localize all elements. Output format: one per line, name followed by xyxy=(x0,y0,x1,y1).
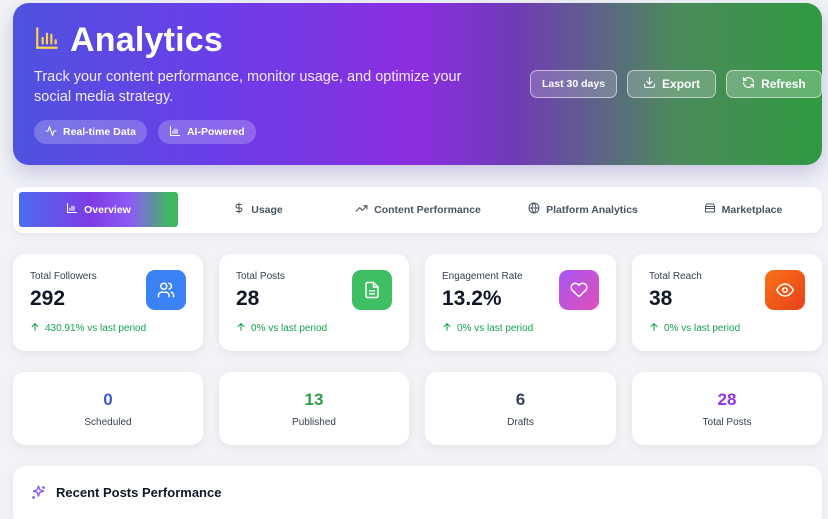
stat-label: Total Reach xyxy=(649,271,702,282)
stat-value: 292 xyxy=(30,287,66,310)
stat-change-text: 0% vs last period xyxy=(457,323,534,334)
bar-chart-icon xyxy=(66,202,78,217)
tab-content-performance[interactable]: Content Performance xyxy=(343,192,493,227)
period-selector[interactable]: Last 30 days xyxy=(530,70,618,98)
dollar-icon xyxy=(233,202,245,217)
stat-change-text: 0% vs last period xyxy=(251,323,328,334)
badge-label: AI-Powered xyxy=(186,126,245,138)
tab-label: Content Performance xyxy=(374,203,481,216)
export-label: Export xyxy=(662,77,701,91)
page-title-group: Analytics xyxy=(34,21,223,60)
download-icon xyxy=(643,76,656,92)
analytics-tabs: Overview Usage Content Performance Platf… xyxy=(13,187,822,233)
section-title: Recent Posts Performance xyxy=(56,485,222,500)
feature-badges: Real-time Data AI-Powered xyxy=(34,120,256,144)
count-value: 13 xyxy=(304,390,324,409)
count-card-drafts: 6 Drafts xyxy=(425,372,616,445)
refresh-label: Refresh xyxy=(761,77,806,91)
count-card-published: 13 Published xyxy=(219,372,409,445)
trending-up-icon xyxy=(355,202,368,218)
stat-label: Total Posts xyxy=(236,271,285,282)
sparkles-icon xyxy=(30,484,47,501)
store-icon xyxy=(704,202,716,217)
count-label: Drafts xyxy=(507,417,534,428)
stat-label: Total Followers xyxy=(30,271,97,282)
count-value: 28 xyxy=(717,390,737,409)
count-card-total-posts: 28 Total Posts xyxy=(632,372,822,445)
arrow-up-icon xyxy=(236,322,246,335)
refresh-icon xyxy=(742,76,755,92)
arrow-up-icon xyxy=(649,322,659,335)
globe-icon xyxy=(528,202,540,217)
users-icon xyxy=(146,270,186,310)
count-card-scheduled: 0 Scheduled xyxy=(13,372,203,445)
stat-change-text: 0% vs last period xyxy=(664,323,741,334)
stat-change: 430.91% vs last period xyxy=(30,322,146,335)
tab-overview[interactable]: Overview xyxy=(19,192,178,227)
document-icon xyxy=(352,270,392,310)
stat-change: 0% vs last period xyxy=(649,322,740,335)
stat-value: 28 xyxy=(236,287,260,310)
arrow-up-icon xyxy=(30,322,40,335)
page-description: Track your content performance, monitor … xyxy=(34,69,462,105)
page-title: Analytics xyxy=(70,21,223,59)
tab-label: Platform Analytics xyxy=(546,203,638,216)
stat-card-followers: Total Followers 292 430.91% vs last peri… xyxy=(13,254,203,351)
analytics-header: Analytics Track your content performance… xyxy=(13,3,822,165)
stat-card-reach: Total Reach 38 0% vs last period xyxy=(632,254,822,351)
eye-icon xyxy=(765,270,805,310)
stat-label: Engagement Rate xyxy=(442,271,523,282)
tab-marketplace[interactable]: Marketplace xyxy=(673,192,813,227)
bar-chart-icon xyxy=(169,125,181,140)
tab-label: Usage xyxy=(251,203,283,216)
activity-icon xyxy=(45,125,57,140)
count-value: 6 xyxy=(515,390,526,409)
bar-chart-icon xyxy=(34,25,60,56)
stat-card-engagement: Engagement Rate 13.2% 0% vs last period xyxy=(425,254,616,351)
tab-platform-analytics[interactable]: Platform Analytics xyxy=(508,192,658,227)
badge-label: Real-time Data xyxy=(63,126,136,138)
refresh-button[interactable]: Refresh xyxy=(726,70,822,98)
heart-icon xyxy=(559,270,599,310)
stat-change: 0% vs last period xyxy=(442,322,533,335)
tab-label: Overview xyxy=(84,203,131,216)
count-value: 0 xyxy=(103,390,113,409)
count-label: Scheduled xyxy=(84,417,132,428)
section-header: Recent Posts Performance xyxy=(30,484,221,501)
count-label: Published xyxy=(292,417,336,428)
stat-change-text: 430.91% vs last period xyxy=(45,323,147,334)
badge-real-time: Real-time Data xyxy=(34,120,147,144)
stat-change: 0% vs last period xyxy=(236,322,327,335)
arrow-up-icon xyxy=(442,322,452,335)
stat-value: 13.2% xyxy=(442,287,502,310)
count-label: Total Posts xyxy=(702,417,752,428)
stat-card-posts: Total Posts 28 0% vs last period xyxy=(219,254,409,351)
badge-ai-powered: AI-Powered xyxy=(157,120,256,144)
tab-usage[interactable]: Usage xyxy=(188,192,328,227)
recent-posts-section: Recent Posts Performance xyxy=(13,466,822,519)
export-button[interactable]: Export xyxy=(627,70,717,98)
tab-label: Marketplace xyxy=(721,203,783,216)
header-actions: Last 30 days Export Refresh xyxy=(530,70,822,98)
stat-value: 38 xyxy=(649,287,673,310)
